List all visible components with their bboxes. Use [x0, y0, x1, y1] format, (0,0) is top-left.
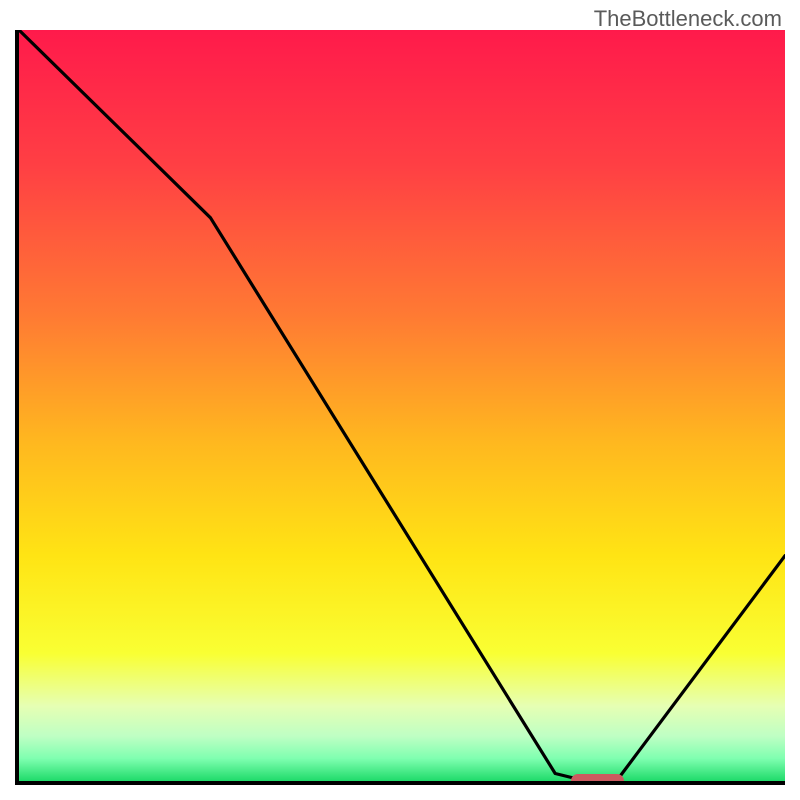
chart-container: TheBottleneck.com	[0, 0, 800, 800]
optimal-marker	[571, 774, 625, 781]
watermark-label: TheBottleneck.com	[594, 6, 782, 32]
background-gradient	[19, 30, 785, 781]
plot-area	[19, 30, 785, 781]
